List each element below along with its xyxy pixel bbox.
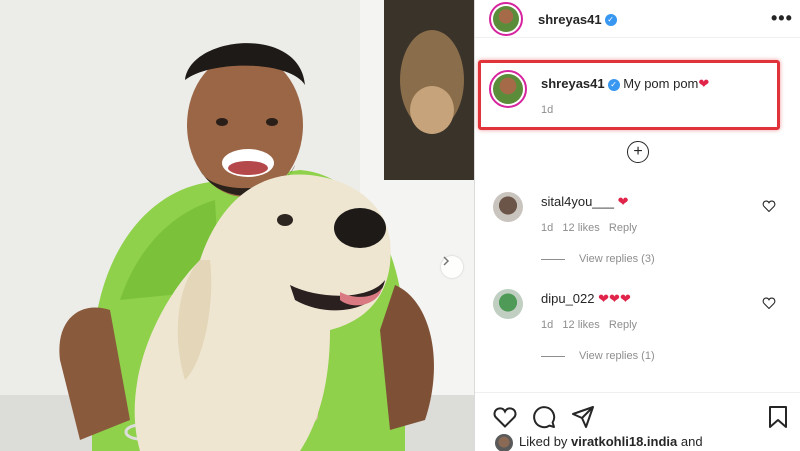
liked-by-username[interactable]: viratkohli18.india (571, 434, 677, 449)
like-heart-icon[interactable] (493, 406, 517, 428)
more-options-icon[interactable]: ••• (771, 8, 793, 29)
view-replies-link[interactable]: View replies (3) (541, 253, 655, 265)
verified-badge-icon: ✓ (607, 78, 620, 91)
commenter-avatar[interactable] (493, 192, 523, 222)
caption-age: 1d (541, 104, 554, 116)
heart-outline-icon[interactable] (762, 200, 776, 212)
caption-text: My pom pom (623, 76, 699, 91)
author-username[interactable]: shreyas41 (538, 12, 602, 27)
view-replies-label: View replies (1) (579, 350, 655, 362)
author-avatar[interactable] (489, 2, 523, 36)
next-image-button[interactable] (441, 256, 463, 278)
post-header: shreyas41 ✓ ••• (475, 0, 800, 38)
comment-bubble-icon[interactable] (532, 405, 556, 429)
replies-divider (541, 355, 565, 357)
caption: shreyas41 ✓ My pom pom❤ (541, 76, 709, 92)
heart-outline-icon[interactable] (762, 297, 776, 309)
comment-age: 1d (541, 319, 554, 331)
caption-username[interactable]: shreyas41 (541, 76, 605, 91)
red-heart-icon: ❤ (609, 291, 620, 306)
bookmark-icon[interactable] (768, 405, 788, 429)
caption-author-avatar[interactable] (489, 70, 527, 108)
chevron-right-icon (443, 256, 450, 266)
load-more-comments-button[interactable]: + (627, 141, 649, 163)
verified-badge-icon: ✓ (604, 13, 617, 26)
red-heart-icon: ❤ (698, 76, 710, 91)
liked-by-avatar[interactable] (495, 434, 513, 451)
liked-by-text: Liked by viratkohli18.india and (519, 434, 703, 449)
reply-button[interactable]: Reply (609, 222, 637, 234)
comment-age: 1d (541, 222, 554, 234)
post-photo (0, 0, 474, 451)
post-side-panel: shreyas41 ✓ ••• shreyas41 ✓ My pom pom❤ 1d… (474, 0, 800, 451)
comment-body: sital4you___ ❤ (541, 194, 629, 210)
comment-likes[interactable]: 12 likes (562, 319, 599, 331)
photo-illustration (0, 0, 474, 451)
commenter-avatar[interactable] (493, 289, 523, 319)
comment-meta: 1d 12 likes Reply (541, 222, 637, 234)
view-replies-link[interactable]: View replies (1) (541, 350, 655, 362)
comment-meta: 1d 12 likes Reply (541, 319, 637, 331)
view-replies-label: View replies (3) (579, 253, 655, 265)
replies-divider (541, 258, 565, 260)
comment-username[interactable]: dipu_022 (541, 291, 595, 306)
red-heart-icon: ❤ (617, 194, 629, 209)
liked-by-suffix: and (680, 434, 703, 449)
comment-body: dipu_022 ❤❤❤ (541, 291, 631, 307)
comment-username[interactable]: sital4you___ (541, 194, 614, 209)
liked-by-prefix: Liked by (519, 434, 568, 449)
red-heart-icon: ❤ (598, 291, 610, 306)
reply-button[interactable]: Reply (609, 319, 637, 331)
share-send-icon[interactable] (571, 405, 595, 429)
comment-likes[interactable]: 12 likes (562, 222, 599, 234)
plus-icon: + (633, 143, 643, 160)
red-heart-icon: ❤ (619, 291, 631, 306)
